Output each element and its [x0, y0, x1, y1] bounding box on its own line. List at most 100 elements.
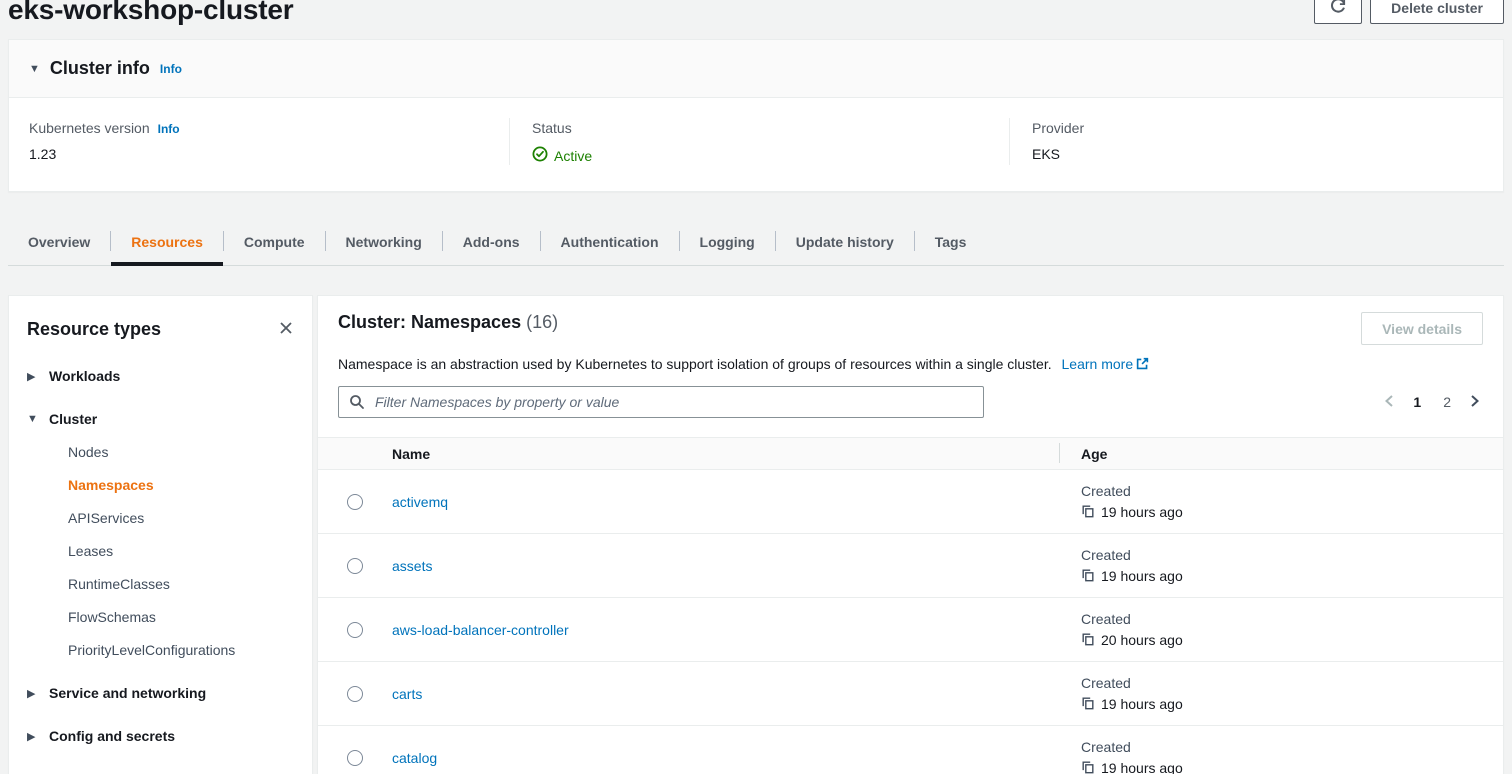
delete-cluster-button[interactable]: Delete cluster [1370, 0, 1504, 24]
cluster-group-items: Nodes Namespaces APIServices Leases Runt… [68, 444, 296, 658]
header-actions: Delete cluster [1314, 0, 1504, 24]
filter-namespaces-input[interactable] [338, 386, 984, 418]
status-value: Active [532, 146, 989, 165]
copy-icon[interactable] [1081, 504, 1095, 521]
field-label: Status [532, 120, 989, 136]
tab-networking[interactable]: Networking [326, 221, 442, 265]
table-row: activemq Created 19 hours ago [318, 470, 1503, 534]
created-label: Created [1081, 675, 1503, 691]
namespace-link[interactable]: carts [392, 686, 422, 702]
tab-overview[interactable]: Overview [8, 221, 110, 265]
namespaces-panel: Cluster: Namespaces (16) View details Na… [317, 295, 1504, 774]
resource-types-title: Resource types [27, 319, 161, 340]
copy-icon[interactable] [1081, 696, 1095, 713]
namespaces-title: Cluster: Namespaces (16) [338, 312, 558, 333]
tab-compute[interactable]: Compute [224, 221, 325, 265]
field-label: Kubernetes version Info [29, 120, 489, 136]
kubernetes-version-info-link[interactable]: Info [158, 122, 180, 136]
row-radio[interactable] [347, 494, 363, 510]
age-value: 19 hours ago [1101, 760, 1183, 774]
sidebar-group-service-and-networking[interactable]: ▶ Service and networking [27, 685, 296, 701]
cluster-info-card: ▼ Cluster info Info Kubernetes version I… [8, 39, 1504, 192]
tabs-bar: Overview Resources Compute Networking Ad… [8, 221, 1504, 266]
name-column-header: Name [392, 446, 1059, 462]
pagination: 1 2 [1381, 390, 1483, 415]
namespace-link[interactable]: aws-load-balancer-controller [392, 622, 569, 638]
field-label: Provider [1032, 120, 1483, 136]
page-header: eks-workshop-cluster Delete cluster [8, 0, 1504, 26]
row-radio[interactable] [347, 622, 363, 638]
copy-icon[interactable] [1081, 632, 1095, 649]
sidebar-item-flowschemas[interactable]: FlowSchemas [68, 609, 296, 625]
sidebar-item-namespaces[interactable]: Namespaces [68, 477, 296, 493]
tab-tags[interactable]: Tags [915, 221, 987, 265]
tab-logging[interactable]: Logging [680, 221, 775, 265]
namespace-link[interactable]: activemq [392, 494, 448, 510]
sidebar-item-runtimeclasses[interactable]: RuntimeClasses [68, 576, 296, 592]
kubernetes-version-value: 1.23 [29, 146, 489, 162]
sidebar-group-config-and-secrets[interactable]: ▶ Config and secrets [27, 728, 296, 744]
row-radio[interactable] [347, 558, 363, 574]
copy-icon[interactable] [1081, 568, 1095, 585]
sidebar-item-prioritylevelconfigurations[interactable]: PriorityLevelConfigurations [68, 642, 296, 658]
pagination-page-2[interactable]: 2 [1437, 390, 1457, 414]
resource-types-panel: Resource types ▶ Workloads ▼ Cluster [8, 295, 313, 774]
age-value: 19 hours ago [1101, 568, 1183, 584]
table-controls: 1 2 [338, 386, 1483, 418]
namespaces-header: Cluster: Namespaces (16) View details Na… [318, 296, 1503, 418]
close-panel-button[interactable] [276, 318, 296, 341]
refresh-icon [1329, 0, 1347, 18]
refresh-button[interactable] [1314, 0, 1362, 24]
age-value: 19 hours ago [1101, 504, 1183, 520]
namespaces-table: Name Age activemq Created 19 hours ago [318, 437, 1503, 774]
row-radio[interactable] [347, 686, 363, 702]
cluster-info-title: Cluster info [50, 58, 150, 79]
column-divider [1059, 443, 1060, 463]
page-title: eks-workshop-cluster [8, 0, 293, 26]
age-value: 20 hours ago [1101, 632, 1183, 648]
table-row: aws-load-balancer-controller Created 20 … [318, 598, 1503, 662]
cluster-info-header[interactable]: ▼ Cluster info Info [9, 40, 1503, 98]
sidebar-group-cluster[interactable]: ▼ Cluster [27, 411, 296, 427]
resource-types-header: Resource types [27, 318, 296, 341]
sidebar-item-leases[interactable]: Leases [68, 543, 296, 559]
sidebar-group-workloads[interactable]: ▶ Workloads [27, 368, 296, 384]
tab-add-ons[interactable]: Add-ons [443, 221, 540, 265]
chevron-right-icon [1469, 394, 1481, 411]
chevron-left-icon [1383, 394, 1395, 411]
status-ok-icon [532, 146, 548, 165]
caret-down-icon: ▼ [27, 413, 37, 425]
learn-more-link[interactable]: Learn more [1062, 356, 1150, 372]
view-details-button[interactable]: View details [1361, 312, 1483, 345]
status-field: Status Active [509, 118, 1009, 165]
created-label: Created [1081, 483, 1503, 499]
content: Resource types ▶ Workloads ▼ Cluster [8, 295, 1504, 774]
sidebar-item-apiservices[interactable]: APIServices [68, 510, 296, 526]
pagination-page-1[interactable]: 1 [1407, 390, 1427, 414]
pagination-next-button[interactable] [1467, 390, 1483, 415]
sidebar-item-nodes[interactable]: Nodes [68, 444, 296, 460]
tab-authentication[interactable]: Authentication [541, 221, 679, 265]
provider-field: Provider EKS [1009, 118, 1503, 165]
cluster-info-body: Kubernetes version Info 1.23 Status Acti… [9, 98, 1503, 191]
pagination-prev-button[interactable] [1381, 390, 1397, 415]
table-row: carts Created 19 hours ago [318, 662, 1503, 726]
provider-value: EKS [1032, 146, 1483, 162]
copy-icon[interactable] [1081, 760, 1095, 774]
cluster-info-info-link[interactable]: Info [160, 62, 182, 76]
namespaces-description: Namespace is an abstraction used by Kube… [338, 356, 1483, 373]
created-label: Created [1081, 547, 1503, 563]
caret-right-icon: ▶ [27, 730, 37, 743]
tab-resources[interactable]: Resources [111, 221, 223, 265]
namespace-link[interactable]: assets [392, 558, 432, 574]
namespaces-count: (16) [526, 312, 558, 332]
row-radio[interactable] [347, 750, 363, 766]
namespace-link[interactable]: catalog [392, 750, 437, 766]
search-icon [349, 394, 365, 413]
tab-update-history[interactable]: Update history [776, 221, 914, 265]
table-row: assets Created 19 hours ago [318, 534, 1503, 598]
page: eks-workshop-cluster Delete cluster ▼ Cl… [0, 0, 1512, 774]
created-label: Created [1081, 739, 1503, 755]
table-header-row: Name Age [318, 437, 1503, 470]
caret-down-icon: ▼ [29, 63, 40, 75]
